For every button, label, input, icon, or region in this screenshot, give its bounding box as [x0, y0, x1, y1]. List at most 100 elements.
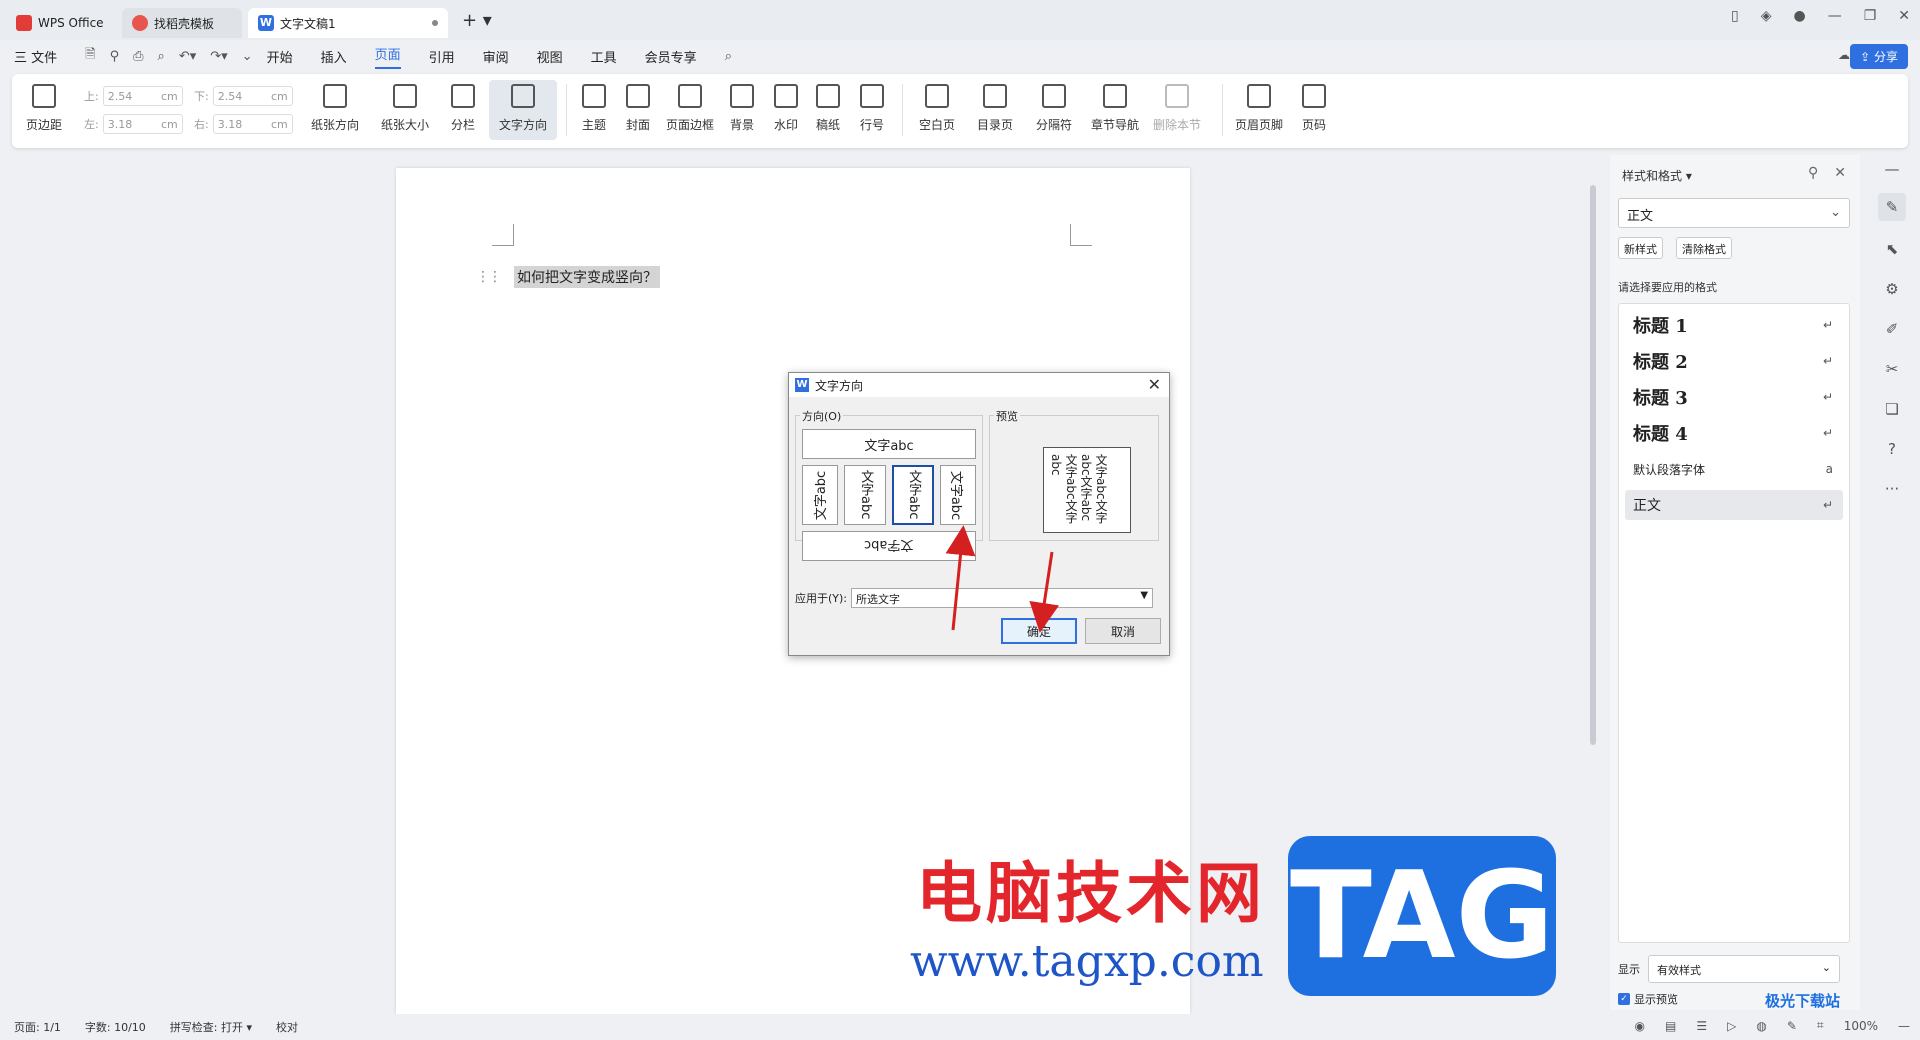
file-menu[interactable]: 三 文件 — [14, 47, 57, 66]
new-tab-icon[interactable]: + ▾ — [462, 10, 492, 31]
restore-icon[interactable]: ❐ — [1864, 8, 1877, 24]
book-icon[interactable]: ❏ — [1878, 395, 1906, 423]
section-nav-button[interactable]: 章节导航 — [1086, 80, 1144, 140]
style-heading-3[interactable]: 标题 3 ↵ — [1625, 382, 1843, 412]
cloud-icon[interactable]: ☁ — [1838, 48, 1850, 62]
minimize-icon[interactable]: — — [1828, 8, 1842, 24]
ok-button[interactable]: 确定 — [1001, 618, 1077, 644]
tab-document[interactable]: W 文字文稿1 — [248, 8, 448, 38]
current-style-select[interactable]: 正文 ⌄ — [1618, 198, 1850, 228]
word-count[interactable]: 字数: 10/10 — [85, 1019, 146, 1035]
background-button[interactable]: 背景 — [722, 80, 762, 140]
direction-rotate-right-option[interactable]: 文字abc — [940, 465, 976, 525]
show-select[interactable]: 有效样式 ⌄ — [1648, 955, 1840, 983]
help-icon[interactable]: ? — [1878, 435, 1906, 463]
tab-templates[interactable]: 找稻壳模板 — [122, 8, 242, 38]
proofread[interactable]: 校对 — [276, 1019, 298, 1035]
adjust-icon[interactable]: ⚙ — [1878, 275, 1906, 303]
margins-button[interactable]: 页边距 — [20, 80, 68, 140]
direction-stacked-option[interactable]: 文字abc — [844, 465, 886, 525]
direction-vertical-option[interactable]: 文字abc — [892, 465, 934, 525]
eye-icon[interactable]: ◉ — [1635, 1019, 1645, 1033]
direction-flipped-option[interactable]: 文字abc — [802, 531, 976, 561]
more-chevron-icon[interactable]: ⌄ — [242, 49, 253, 64]
line-number-button[interactable]: 行号 — [850, 80, 894, 140]
theme-button[interactable]: 主题 — [574, 80, 614, 140]
orientation-button[interactable]: 纸张方向 — [304, 80, 366, 140]
share-button[interactable]: ⇪ 分享 — [1850, 44, 1908, 69]
tab-wps-office[interactable]: WPS Office — [6, 8, 116, 38]
paper-size-button[interactable]: 纸张大小 — [374, 80, 436, 140]
share-link-icon[interactable]: ⚲ — [110, 49, 120, 64]
show-preview-checkbox[interactable]: ✓ 显示预览 — [1618, 991, 1678, 1007]
columns-button[interactable]: 分栏 — [444, 80, 482, 140]
drag-handle-icon[interactable]: ⋮⋮ — [476, 269, 502, 285]
menu-tools[interactable]: 工具 — [591, 47, 617, 66]
panel-title[interactable]: 样式和格式 ▾ — [1622, 167, 1692, 184]
menu-member[interactable]: 会员专享 — [645, 47, 697, 66]
zoom-out-icon[interactable]: — — [1898, 1019, 1910, 1033]
search-icon[interactable]: ⌕ — [725, 49, 732, 64]
menu-start[interactable]: 开始 — [267, 47, 293, 66]
header-footer-button[interactable]: 页眉页脚 — [1230, 80, 1288, 140]
tools-icon[interactable]: ✂ — [1878, 355, 1906, 383]
right-margin-field[interactable]: 右: 3.18 cm — [194, 114, 293, 134]
direction-rotate-left-option[interactable]: 文字abc — [802, 465, 838, 525]
pen-icon[interactable]: ✎ — [1787, 1019, 1797, 1033]
page-border-button[interactable]: 页面边框 — [662, 80, 718, 140]
cube-icon[interactable]: ◈ — [1761, 8, 1772, 24]
apply-to-select[interactable]: 所选文字 ▼ — [851, 588, 1154, 608]
web-view-icon[interactable]: ◍ — [1756, 1019, 1766, 1033]
style-heading-1[interactable]: 标题 1 ↵ — [1625, 310, 1843, 340]
direction-horizontal-option[interactable]: 文字abc — [802, 429, 976, 459]
style-normal[interactable]: 正文 ↵ — [1625, 490, 1843, 520]
fit-icon[interactable]: ⌗ — [1817, 1018, 1824, 1033]
toc-page-button[interactable]: 目录页 — [968, 80, 1022, 140]
manuscript-button[interactable]: 稿纸 — [810, 80, 846, 140]
print-preview-icon[interactable]: ⌕ — [158, 49, 165, 64]
blank-page-button[interactable]: 空白页 — [910, 80, 964, 140]
style-default-font[interactable]: 默认段落字体 a — [1625, 454, 1843, 484]
clear-format-button[interactable]: 清除格式 — [1676, 237, 1732, 259]
page-count[interactable]: 页面: 1/1 — [14, 1019, 61, 1035]
redo-icon[interactable]: ↷▾ — [210, 49, 227, 64]
cover-button[interactable]: 封面 — [618, 80, 658, 140]
styles-pen-icon[interactable]: ✎ — [1878, 193, 1906, 221]
close-icon[interactable]: ✕ — [1148, 375, 1161, 394]
play-icon[interactable]: ▷ — [1727, 1019, 1736, 1033]
save-icon[interactable]: 🗎 — [85, 45, 95, 67]
more-icon[interactable]: ··· — [1878, 475, 1906, 503]
outline-view-icon[interactable]: ☰ — [1696, 1019, 1707, 1033]
layout-icon[interactable]: ▯ — [1731, 8, 1739, 24]
menu-insert[interactable]: 插入 — [321, 47, 347, 66]
bottom-margin-field[interactable]: 下: 2.54 cm — [194, 86, 293, 106]
menu-view[interactable]: 视图 — [537, 47, 563, 66]
undo-icon[interactable]: ↶▾ — [179, 49, 196, 64]
page-number-button[interactable]: 页码 — [1292, 80, 1336, 140]
text-direction-button[interactable]: 文字方向 — [489, 80, 557, 140]
collapse-icon[interactable]: — — [1878, 155, 1906, 183]
separator-button[interactable]: 分隔符 — [1026, 80, 1082, 140]
spell-check[interactable]: 拼写检查: 打开 ▾ — [170, 1019, 252, 1035]
menu-review[interactable]: 审阅 — [483, 47, 509, 66]
vertical-scrollbar[interactable] — [1587, 155, 1599, 1010]
top-margin-field[interactable]: 上: 2.54 cm — [84, 86, 183, 106]
close-icon[interactable]: ✕ — [1898, 8, 1910, 24]
cancel-button[interactable]: 取消 — [1085, 618, 1161, 644]
selected-text[interactable]: 如何把文字变成竖向？ — [514, 266, 660, 288]
new-style-button[interactable]: 新样式 — [1618, 237, 1663, 259]
print-icon[interactable]: ⎙ — [133, 49, 143, 64]
edit-doc-icon[interactable]: ✐ — [1878, 315, 1906, 343]
menu-page[interactable]: 页面 — [374, 44, 401, 69]
unsaved-dot-icon[interactable] — [432, 20, 438, 26]
zoom-level[interactable]: 100% — [1844, 1019, 1878, 1033]
menu-references[interactable]: 引用 — [429, 47, 455, 66]
watermark-button[interactable]: 水印 — [766, 80, 806, 140]
avatar[interactable]: ● — [1793, 8, 1805, 24]
scroll-thumb[interactable] — [1590, 185, 1596, 745]
page-view-icon[interactable]: ▤ — [1665, 1019, 1676, 1033]
style-heading-4[interactable]: 标题 4 ↵ — [1625, 418, 1843, 448]
left-margin-field[interactable]: 左: 3.18 cm — [84, 114, 183, 134]
pin-icon[interactable]: ⚲ — [1808, 165, 1818, 181]
select-cursor-icon[interactable]: ⬉ — [1878, 235, 1906, 263]
